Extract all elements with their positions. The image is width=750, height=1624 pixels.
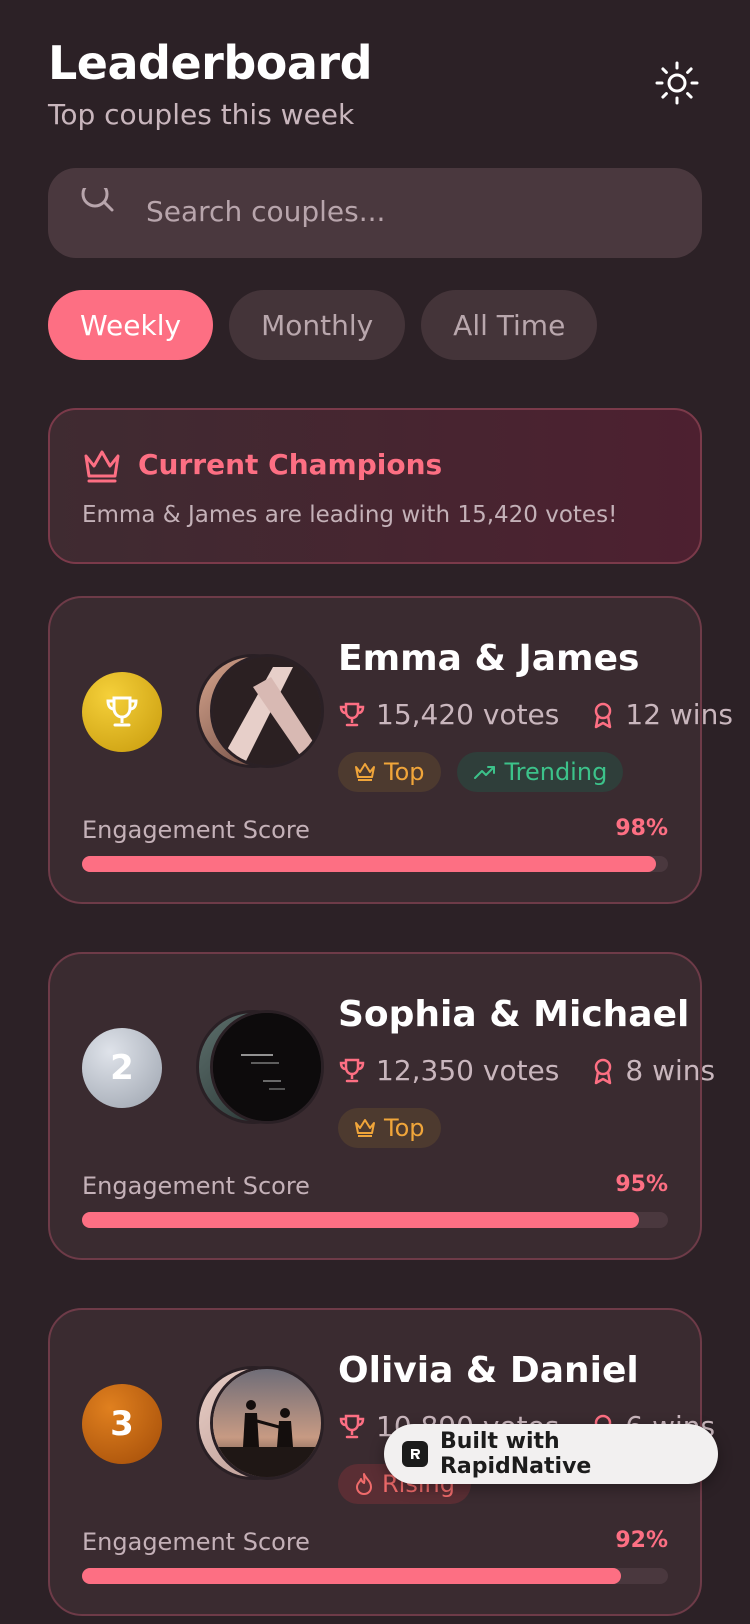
engagement-bar <box>82 1212 668 1228</box>
engagement-bar-fill <box>82 1568 622 1584</box>
champions-banner: Current Champions Emma & James are leadi… <box>48 408 702 564</box>
crown-icon <box>355 763 375 781</box>
period-tabs: Weekly Monthly All Time <box>48 290 598 360</box>
champions-heading: Current Champions <box>138 448 443 481</box>
engagement-value: 98% <box>615 816 668 841</box>
couple-name: Emma & James <box>338 638 640 679</box>
page-subtitle: Top couples this week <box>48 98 355 131</box>
rapidnative-logo-icon <box>402 1441 428 1467</box>
tab-all-time[interactable]: All Time <box>421 290 598 360</box>
crown-icon <box>84 450 120 483</box>
avatar-image <box>213 657 321 765</box>
couple-card[interactable]: Emma & James 15,420 votes 12 wins Top Tr… <box>48 596 733 904</box>
status-badge: Top <box>338 1108 441 1148</box>
award-icon <box>595 1058 612 1084</box>
search-input[interactable]: Search couples... <box>146 195 385 228</box>
sun-icon <box>655 61 699 105</box>
search-bar[interactable]: Search couples... <box>48 168 702 258</box>
trophy-icon <box>339 1058 365 1082</box>
couple-name: Olivia & Daniel <box>338 1350 639 1391</box>
couple-avatars <box>196 1010 324 1124</box>
avatar <box>210 1366 324 1480</box>
couple-stats: 12,350 votes 8 wins <box>338 1054 747 1087</box>
theme-toggle-button[interactable] <box>652 58 702 108</box>
wins-count: 8 wins <box>625 1054 716 1087</box>
votes-count: 15,420 votes <box>376 698 560 731</box>
wins-count: 12 wins <box>625 698 733 731</box>
avatar-image <box>213 1013 321 1121</box>
engagement-label: Engagement Score <box>82 816 310 844</box>
trending-up-icon <box>473 766 495 779</box>
award-icon <box>595 702 612 728</box>
search-icon <box>81 188 114 212</box>
tab-weekly[interactable]: Weekly <box>48 290 214 360</box>
trophy-icon <box>339 1414 365 1438</box>
engagement-value: 95% <box>615 1172 668 1197</box>
tab-monthly[interactable]: Monthly <box>229 290 406 360</box>
champions-message: Emma & James are leading with 15,420 vot… <box>82 502 618 528</box>
avatar <box>210 1010 324 1124</box>
badge-row: Top Trending <box>338 752 624 792</box>
engagement-bar <box>82 856 668 872</box>
status-badge: Trending <box>456 752 624 792</box>
votes-count: 12,350 votes <box>376 1054 560 1087</box>
engagement-label: Engagement Score <box>82 1172 310 1200</box>
couple-card[interactable]: 2 Sophia & Michael 12,350 votes 8 wins T… <box>48 952 715 1260</box>
flame-icon <box>356 1473 372 1495</box>
rank-badge: 2 <box>82 1028 162 1108</box>
trophy-icon <box>339 702 365 726</box>
couple-avatars <box>196 1366 324 1480</box>
engagement-bar <box>82 1568 668 1584</box>
couple-avatars <box>196 654 324 768</box>
engagement-label: Engagement Score <box>82 1528 310 1556</box>
couple-stats: 15,420 votes 12 wins <box>338 698 750 731</box>
crown-icon <box>355 1119 375 1137</box>
status-badge: Top <box>338 752 441 792</box>
built-with-badge[interactable]: Built with RapidNative <box>384 1424 718 1484</box>
rank-badge <box>82 672 162 752</box>
built-with-label: Built with RapidNative <box>439 1429 592 1479</box>
badge-row: Top <box>338 1108 441 1148</box>
engagement-bar-fill <box>82 856 657 872</box>
trophy-icon <box>106 696 138 727</box>
avatar-image <box>213 1369 321 1477</box>
rank-badge: 3 <box>82 1384 162 1464</box>
engagement-value: 92% <box>615 1528 668 1553</box>
engagement-bar-fill <box>82 1212 639 1228</box>
avatar <box>210 654 324 768</box>
couple-name: Sophia & Michael <box>338 994 690 1035</box>
page-title: Leaderboard <box>48 36 373 90</box>
